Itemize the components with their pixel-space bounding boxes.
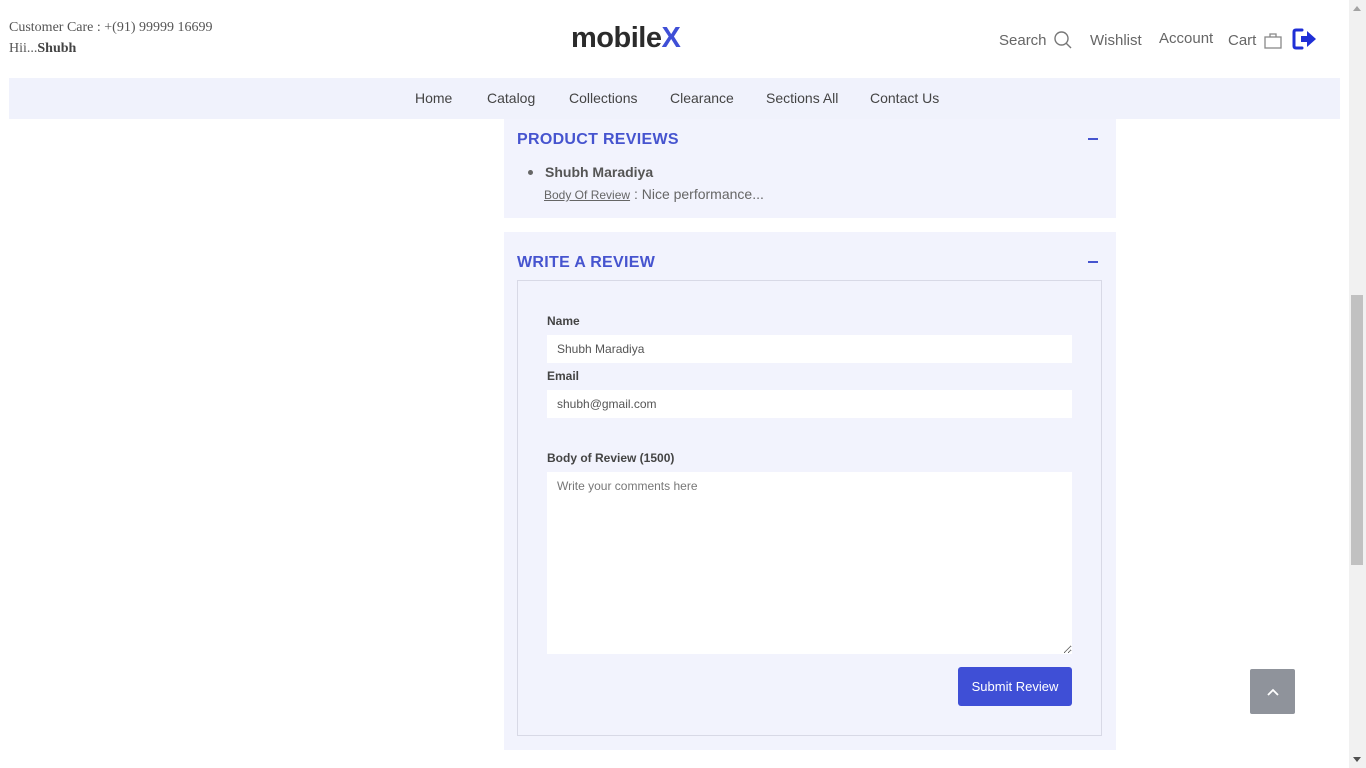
cart-link[interactable]: Cart	[1228, 30, 1283, 50]
search-icon	[1053, 31, 1072, 49]
scroll-down-arrow-icon[interactable]	[1353, 757, 1361, 762]
submit-review-button[interactable]: Submit Review	[958, 667, 1072, 706]
email-label: Email	[547, 369, 580, 383]
nav-item-sections-all[interactable]: Sections All	[766, 90, 838, 106]
site-logo[interactable]: mobileX	[571, 22, 681, 55]
scroll-up-arrow-icon[interactable]	[1353, 6, 1361, 11]
review-author-row: Shubh Maradiya	[528, 164, 764, 180]
account-label: Account	[1159, 30, 1214, 47]
name-label: Name	[547, 314, 580, 328]
logout-icon[interactable]	[1292, 27, 1318, 51]
nav-item-contact-us[interactable]: Contact Us	[870, 90, 939, 106]
account-link[interactable]: Account	[1159, 30, 1213, 47]
review-body-text: : Nice performance...	[633, 186, 764, 202]
review-list-item: Shubh Maradiya Body Of Review : Nice per…	[528, 164, 764, 202]
write-review-panel: WRITE A REVIEW Name Email Body of Review…	[504, 232, 1116, 750]
nav-item-collections[interactable]: Collections	[569, 90, 637, 106]
greeting-name: Shubh	[37, 41, 77, 56]
collapse-minus-icon[interactable]	[1088, 138, 1098, 140]
nav-item-home[interactable]: Home	[415, 90, 452, 106]
logo-main-text: mobile	[571, 22, 662, 54]
product-reviews-title[interactable]: PRODUCT REVIEWS	[517, 131, 679, 149]
back-to-top-button[interactable]	[1250, 669, 1295, 714]
chevron-up-icon	[1266, 688, 1279, 696]
wishlist-label: Wishlist	[1090, 32, 1142, 49]
cart-bag-icon	[1264, 33, 1282, 49]
cart-label: Cart	[1228, 31, 1257, 49]
email-field[interactable]	[547, 390, 1072, 418]
name-field[interactable]	[547, 335, 1072, 363]
review-form: Name Email Body of Review (1500) Submit …	[517, 280, 1102, 736]
collapse-minus-icon[interactable]	[1088, 261, 1098, 263]
review-body-field-label: Body of Review (1500)	[547, 451, 675, 465]
review-body-label: Body Of Review	[544, 188, 631, 202]
nav-item-catalog[interactable]: Catalog	[487, 90, 535, 106]
product-reviews-panel: PRODUCT REVIEWS Shubh Maradiya Body Of R…	[504, 119, 1116, 218]
review-body-row: Body Of Review : Nice performance...	[544, 186, 764, 202]
write-review-title[interactable]: WRITE A REVIEW	[517, 254, 655, 272]
customer-care-text: Customer Care : +(91) 99999 16699	[9, 20, 213, 35]
search-label: Search	[999, 31, 1047, 49]
wishlist-link[interactable]: Wishlist	[1090, 32, 1142, 49]
search-link[interactable]: Search	[999, 30, 1073, 50]
site-header: Customer Care : +(91) 99999 16699 Hii...…	[0, 0, 1349, 78]
review-author: Shubh Maradiya	[545, 164, 654, 180]
scrollbar-thumb[interactable]	[1351, 295, 1363, 565]
greeting-prefix: Hii...	[9, 41, 38, 56]
nav-item-clearance[interactable]: Clearance	[670, 90, 734, 106]
review-body-textarea[interactable]	[547, 472, 1072, 654]
page-scrollbar[interactable]	[1349, 0, 1366, 768]
user-greeting: Hii...Shubh	[9, 41, 76, 57]
bullet-icon	[528, 169, 533, 175]
main-nav: Home Catalog Collections Clearance Secti…	[9, 78, 1340, 119]
logo-accent-text: X	[661, 22, 681, 54]
